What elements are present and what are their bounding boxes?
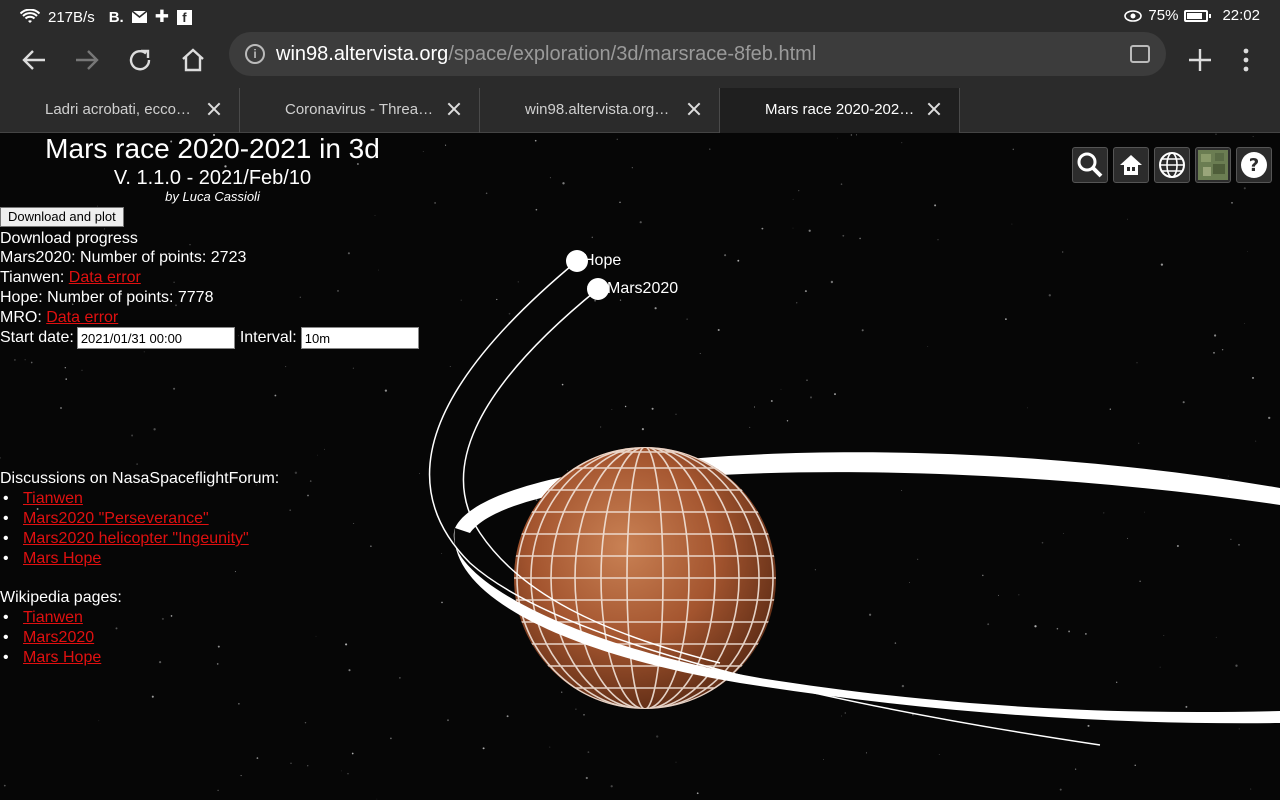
wiki-link-tianwen[interactable]: Tianwen [23,609,83,626]
notification-b: B. [108,8,124,26]
download-and-plot-button[interactable]: Download and plot [0,207,124,227]
tab-1[interactable]: Ladri acrobati, ecco… [0,88,240,133]
scene-toolbar: ? [1072,147,1272,183]
forward-button[interactable] [67,40,107,80]
tab-3[interactable]: win98.altervista.org… [480,88,720,133]
plus-icon [1189,49,1211,71]
tianwen-status-row: Tianwen: Data error [0,268,141,288]
wiki-link-hope[interactable]: Mars Hope [23,649,101,666]
url-path: /space/exploration/3d/marsrace-8feb.html [448,43,817,65]
start-date-input[interactable] [76,327,235,349]
list-item: Mars Hope [0,549,249,569]
hope-label: Hope [583,252,622,269]
close-icon[interactable] [685,100,703,118]
mars-planet [514,447,776,709]
search-button[interactable] [1072,147,1108,183]
plus-notification-icon: ✚ [154,7,169,26]
reload-icon [129,49,151,71]
help-button[interactable]: ? [1236,147,1272,183]
tab-title: Ladri acrobati, ecco… [45,101,191,118]
satellite-map-icon [1198,150,1228,180]
list-item: Tianwen [0,608,101,628]
forum-links-list: Tianwen Mars2020 "Perseverance" Mars2020… [0,489,249,569]
forward-arrow-icon [76,50,99,70]
browser-toolbar: i win98.altervista.org/space/exploration… [0,32,1280,88]
close-icon[interactable] [925,100,943,118]
hope-trajectory [428,260,1101,746]
forum-link-tianwen[interactable]: Tianwen [23,490,83,507]
reload-button[interactable] [120,40,160,80]
tianwen-label: Tianwen: [0,269,69,286]
list-item: Mars2020 helicopter "Ingeunity" [0,529,249,549]
new-tab-button[interactable] [1180,40,1220,80]
status-bar: 217B/s B. ✚ f 75% 22:02 [0,0,1280,32]
forum-link-hope[interactable]: Mars Hope [23,550,101,567]
home-button[interactable] [173,40,213,80]
battery-percent: 75% [1148,7,1179,24]
mars2020-points: Mars2020: Number of points: 2723 [0,249,247,266]
home-icon [1120,155,1142,175]
list-item: Mars Hope [0,648,101,668]
globe-view-button[interactable] [1154,147,1190,183]
forum-section-title: Discussions on NasaSpaceflightForum: [0,470,280,487]
interval-input[interactable] [300,327,419,349]
globe-icon [1159,152,1185,178]
address-bar[interactable]: i win98.altervista.org/space/exploration… [229,32,1166,76]
mail-icon [131,11,147,23]
list-item: Tianwen [0,489,249,509]
tab-strip: Ladri acrobati, ecco… Coronavirus - Thre… [0,88,1280,133]
3d-scene[interactable] [0,133,1280,800]
eye-icon [1124,9,1143,22]
interval-label: Interval: [239,329,297,346]
site-info-icon[interactable]: i [245,44,265,64]
menu-button[interactable] [1226,40,1266,80]
facebook-icon: f [176,9,192,25]
list-item: Mars2020 [0,628,101,648]
battery-icon [1184,9,1212,22]
network-speed: 217B/s [48,8,95,26]
forum-link-helicopter[interactable]: Mars2020 helicopter "Ingeunity" [23,530,249,547]
home-icon [182,48,204,72]
imagery-layer-button[interactable] [1195,147,1231,183]
mro-status-row: MRO: Data error [0,308,118,328]
list-item: Mars2020 "Perseverance" [0,509,249,529]
close-icon[interactable] [205,100,223,118]
clock: 22:02 [1222,7,1260,24]
mars2020-label: Mars2020 [607,280,679,297]
forum-link-mars2020[interactable]: Mars2020 "Perseverance" [23,510,209,527]
page-title: Mars race 2020-2021 in 3d [45,133,380,164]
wiki-link-mars2020[interactable]: Mars2020 [23,629,94,646]
tab-title: Coronavirus - Threa… [285,101,434,118]
back-arrow-icon [22,50,45,70]
start-date-label: Start date: [0,329,74,346]
date-interval-row: Start date: Interval: [0,327,419,349]
desktop-view-icon[interactable] [1130,45,1150,63]
search-icon [1077,152,1103,178]
mro-data-error-link[interactable]: Data error [46,309,118,326]
wiki-links-list: Tianwen Mars2020 Mars Hope [0,608,101,668]
svg-text:?: ? [1249,155,1259,176]
author-text: by Luca Cassioli [165,189,260,204]
download-progress-label: Download progress [0,230,138,247]
wifi-icon [20,9,40,25]
mars2020-probe-marker[interactable] [587,278,609,300]
help-icon: ? [1241,152,1267,178]
mro-label: MRO: [0,309,47,326]
hope-points: Hope: Number of points: 7778 [0,289,214,306]
version-text: V. 1.1.0 - 2021/Feb/10 [113,167,312,189]
home-view-button[interactable] [1113,147,1149,183]
tab-2[interactable]: Coronavirus - Threa… [240,88,480,133]
web-page: Hope Mars2020 Mars race 2020-2021 in 3d … [0,133,1280,800]
close-icon[interactable] [445,100,463,118]
url-host: win98.altervista.org [276,43,449,65]
back-button[interactable] [14,40,54,80]
url-text[interactable]: win98.altervista.org/space/exploration/3… [276,43,816,66]
more-vert-icon [1243,48,1249,72]
wiki-section-title: Wikipedia pages: [0,589,122,606]
tab-4-active[interactable]: Mars race 2020-202… [720,88,960,133]
tianwen-data-error-link[interactable]: Data error [69,269,141,286]
tab-title: win98.altervista.org… [525,101,670,118]
tab-title: Mars race 2020-202… [765,101,915,118]
